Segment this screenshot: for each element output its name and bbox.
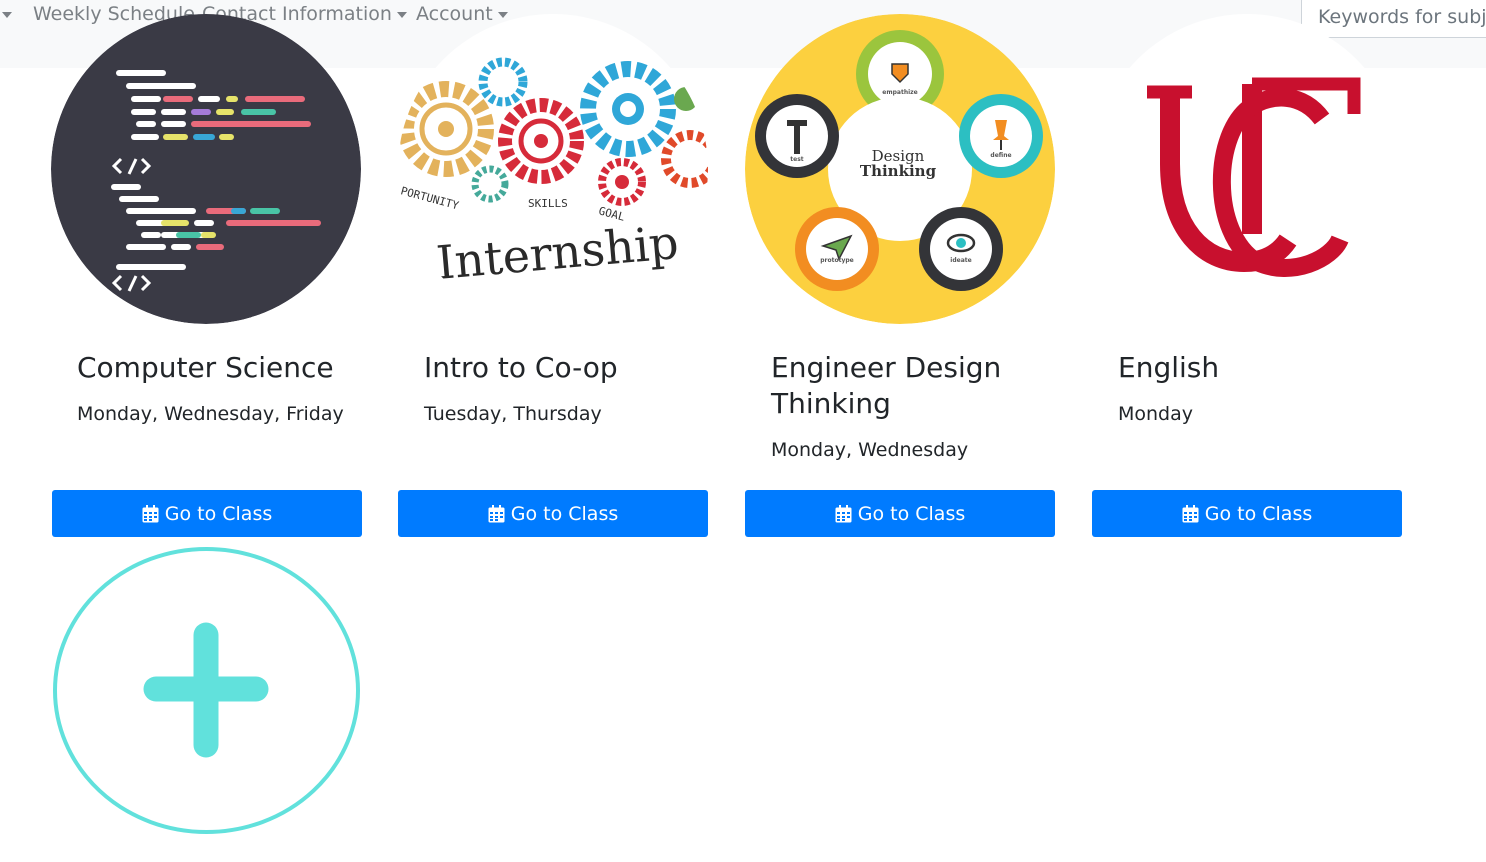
go-to-class-button[interactable]: Go to Class: [52, 490, 362, 537]
uc-logo: [1092, 14, 1402, 324]
add-class-button[interactable]: [53, 547, 360, 834]
plus-circle-icon: [53, 547, 360, 834]
go-to-class-button[interactable]: Go to Class: [745, 490, 1055, 537]
test-text: test: [790, 156, 804, 163]
caret-down-icon: [396, 12, 407, 18]
design-thinking-image: empathize test define prototype ideate D…: [745, 14, 1055, 324]
design-thinking-illustration: empathize test define prototype ideate D…: [745, 14, 1055, 324]
empathize-text: empathize: [882, 89, 917, 96]
go-to-class-label: Go to Class: [1204, 502, 1313, 525]
go-to-class-label: Go to Class: [510, 502, 619, 525]
nav-account-dropdown[interactable]: Account: [416, 3, 508, 25]
card-title-intro-to-coop: Intro to Co-op: [424, 351, 618, 384]
card-title-line-1: Engineer Design: [771, 351, 1002, 384]
thinking-text: Thinking: [860, 162, 937, 180]
card-days-computer-science: Monday, Wednesday, Friday: [77, 403, 344, 425]
card-days-intro-to-coop: Tuesday, Thursday: [424, 403, 602, 425]
internship-gears-illustration: PORTUNITY SKILLS GOAL Internship: [398, 14, 708, 324]
caret-down-icon: [497, 12, 508, 18]
english-image: [1092, 14, 1402, 324]
go-to-class-button[interactable]: Go to Class: [1092, 490, 1402, 537]
computer-science-image: [51, 14, 361, 324]
skills-text: SKILLS: [528, 197, 568, 210]
card-title-design-thinking: Engineer Design Thinking: [771, 350, 1001, 422]
calendar-icon: [142, 504, 159, 522]
calendar-icon: [488, 504, 505, 522]
intro-to-coop-image: PORTUNITY SKILLS GOAL Internship: [398, 14, 708, 324]
prototype-text: prototype: [820, 257, 854, 264]
card-days-design-thinking: Monday, Wednesday: [771, 439, 969, 461]
calendar-icon: [835, 504, 852, 522]
card-title-english: English: [1118, 351, 1220, 384]
caret-down-icon[interactable]: [2, 12, 12, 18]
card-title-computer-science: Computer Science: [77, 351, 334, 384]
nav-account-label: Account: [416, 3, 493, 25]
search-input[interactable]: [1301, 0, 1486, 38]
go-to-class-label: Go to Class: [857, 502, 966, 525]
card-title-line-2: Thinking: [771, 387, 891, 420]
ideate-text: ideate: [950, 257, 971, 264]
go-to-class-button[interactable]: Go to Class: [398, 490, 708, 537]
code-illustration: [51, 14, 361, 324]
card-days-english: Monday: [1118, 403, 1194, 425]
calendar-icon: [1182, 504, 1199, 522]
go-to-class-label: Go to Class: [164, 502, 273, 525]
define-text: define: [990, 152, 1011, 159]
